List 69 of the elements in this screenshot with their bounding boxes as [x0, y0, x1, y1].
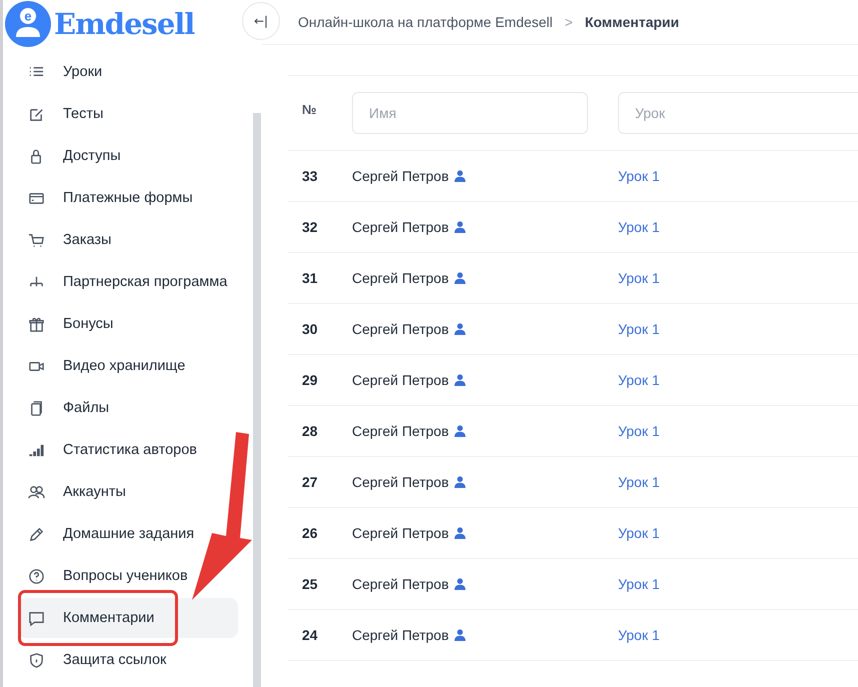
breadcrumb-link[interactable]: Онлайн-школа на платформе Emdesell — [298, 14, 553, 30]
sidebar-item[interactable]: Статистика авторов — [18, 430, 238, 470]
user-icon — [454, 221, 466, 233]
comment-number: 31 — [302, 270, 318, 286]
menu-item-icon — [28, 400, 45, 416]
menu-item-icon — [28, 316, 45, 332]
author-name: Сергей Петров — [352, 372, 449, 388]
user-icon — [454, 272, 466, 284]
collapse-sidebar-button[interactable]: ←| — [242, 2, 280, 40]
lesson-link[interactable]: Урок 1 — [618, 321, 660, 337]
comment-number: 33 — [302, 168, 318, 184]
lesson-link[interactable]: Урок 1 — [618, 525, 660, 541]
filter-field[interactable]: Урок — [618, 92, 858, 134]
lesson-link[interactable]: Урок 1 — [618, 270, 660, 286]
author-name: Сергей Петров — [352, 321, 449, 337]
menu-item-icon — [28, 652, 45, 668]
lesson-link[interactable]: Урок 1 — [618, 168, 660, 184]
menu-item-icon — [28, 484, 45, 500]
user-icon — [454, 629, 466, 641]
author-name: Сергей Петров — [352, 525, 449, 541]
user-icon — [454, 578, 466, 590]
comment-number: 30 — [302, 321, 318, 337]
author-name: Сергей Петров — [352, 219, 449, 235]
menu-item-icon — [28, 568, 45, 584]
lesson-link[interactable]: Урок 1 — [618, 627, 660, 643]
menu-item-icon — [28, 526, 45, 542]
sidebar-item[interactable]: Уроки — [18, 52, 238, 92]
sidebar-item[interactable]: Доступы — [18, 136, 238, 176]
breadcrumb-current: Комментарии — [584, 14, 680, 30]
logo-text: Emdesell — [54, 7, 194, 41]
comment-number: 32 — [302, 219, 318, 235]
user-icon — [454, 323, 466, 335]
author-name: Сергей Петров — [352, 423, 449, 439]
user-icon — [454, 527, 466, 539]
lesson-link[interactable]: Урок 1 — [618, 423, 660, 439]
sidebar-item[interactable]: Бонусы — [18, 304, 238, 344]
lesson-link[interactable]: Урок 1 — [618, 576, 660, 592]
comment-number: 28 — [302, 423, 318, 439]
sidebar-item[interactable]: Платежные формы — [18, 178, 238, 218]
logo-icon: e — [5, 1, 51, 47]
sidebar-item[interactable]: Комментарии — [18, 598, 238, 638]
column-header: № — [302, 102, 316, 117]
author-name: Сергей Петров — [352, 474, 449, 490]
menu-item-icon — [28, 232, 45, 248]
sidebar-item[interactable]: Тесты — [18, 94, 238, 134]
sidebar-item[interactable]: Партнерская программа — [18, 262, 238, 302]
user-icon — [454, 170, 466, 182]
lesson-link[interactable]: Урок 1 — [618, 474, 660, 490]
lesson-link[interactable]: Урок 1 — [618, 219, 660, 235]
sidebar-item[interactable]: Файлы — [18, 388, 238, 428]
author-name: Сергей Петров — [352, 270, 449, 286]
comment-number: 26 — [302, 525, 318, 541]
sidebar-item[interactable]: Заказы — [18, 220, 238, 260]
comment-number: 25 — [302, 576, 318, 592]
user-icon — [454, 476, 466, 488]
menu-item-icon — [28, 610, 45, 626]
author-name: Сергей Петров — [352, 168, 449, 184]
lesson-link[interactable]: Урок 1 — [618, 372, 660, 388]
sidebar-item[interactable]: Видео хранилище — [18, 346, 238, 386]
breadcrumb-separator: > — [564, 14, 573, 30]
user-icon — [454, 374, 466, 386]
comment-number: 27 — [302, 474, 318, 490]
comment-number: 24 — [302, 627, 318, 643]
user-icon — [454, 425, 466, 437]
author-name: Сергей Петров — [352, 627, 449, 643]
filter-field[interactable]: Имя — [352, 92, 588, 134]
sidebar-item[interactable]: Защита ссылок — [18, 640, 238, 680]
comment-number: 29 — [302, 372, 318, 388]
author-name: Сергей Петров — [352, 576, 449, 592]
